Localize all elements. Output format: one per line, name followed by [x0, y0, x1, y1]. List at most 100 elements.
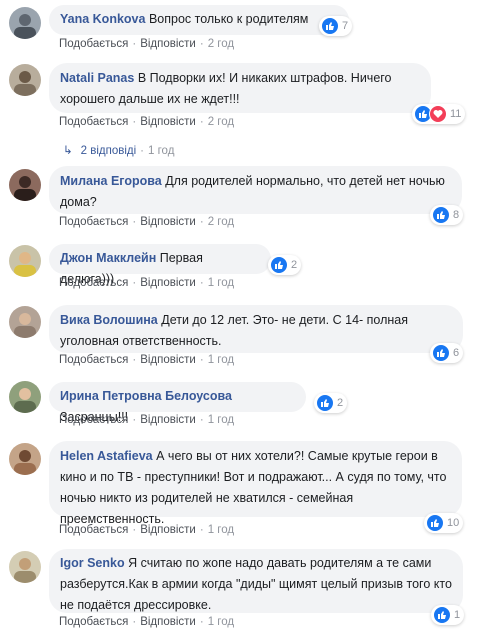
like-icon: [321, 17, 339, 35]
separator: ·: [132, 38, 137, 50]
avatar[interactable]: [9, 306, 41, 338]
separator: ·: [199, 277, 204, 289]
comment-bubble: Helen Astafieva А чего вы от них хотели?…: [49, 441, 462, 526]
replies-time: 1 год: [148, 145, 175, 157]
separator: ·: [132, 524, 137, 536]
comment-thread: Yana Konkova Вопрос только к родителям 7…: [0, 0, 495, 633]
comment-author[interactable]: Natali Panas: [60, 71, 134, 85]
separator: ·: [132, 116, 137, 128]
comment-actions: Подобається · Відповісти · 2 год: [59, 216, 234, 228]
separator: ·: [199, 216, 204, 228]
comment-bubble: Yana Konkova Вопрос только к родителям: [49, 5, 349, 35]
reaction-summary[interactable]: 7: [319, 16, 353, 36]
like-icon: [432, 344, 450, 362]
separator: ·: [199, 616, 204, 628]
comment-author[interactable]: Igor Senko: [60, 556, 125, 570]
like-icon: [426, 514, 444, 532]
replies-link[interactable]: 2 відповіді: [81, 145, 137, 157]
avatar[interactable]: [9, 169, 41, 201]
separator: ·: [199, 116, 204, 128]
separator: ·: [132, 354, 137, 366]
avatar[interactable]: [9, 64, 41, 96]
reaction-count: 10: [447, 517, 460, 529]
like-icon: [316, 394, 334, 412]
comment-actions: Подобається · Відповісти · 2 год: [59, 116, 234, 128]
reply-button[interactable]: Відповісти: [140, 116, 196, 128]
like-button[interactable]: Подобається: [59, 116, 128, 128]
comment-time[interactable]: 1 год: [208, 277, 234, 289]
like-icon: [270, 256, 288, 274]
comment-actions: Подобається · Відповісти · 1 год: [59, 524, 234, 536]
comment-actions: Подобається · Відповісти · 1 год: [59, 616, 234, 628]
comment-author[interactable]: Милана Егорова: [60, 174, 162, 188]
comment-bubble: Ирина Петровна Белоусова Засранцы!!!: [49, 382, 306, 424]
reaction-summary[interactable]: 11: [412, 104, 466, 124]
heart-icon: [429, 105, 447, 123]
reply-button[interactable]: Відповісти: [140, 277, 196, 289]
reaction-summary[interactable]: 1: [431, 605, 465, 625]
reply-button[interactable]: Відповісти: [140, 414, 196, 426]
comment-time[interactable]: 1 год: [208, 616, 234, 628]
reply-button[interactable]: Відповісти: [140, 524, 196, 536]
comment-time[interactable]: 1 год: [208, 524, 234, 536]
comment-author[interactable]: Yana Konkova: [60, 12, 145, 26]
like-button[interactable]: Подобається: [59, 616, 128, 628]
comment-actions: Подобається · Відповісти · 2 год: [59, 38, 234, 50]
comment-text: Вопрос только к родителям: [148, 12, 309, 26]
reaction-summary[interactable]: 10: [424, 513, 464, 533]
comment-bubble: Джон Макклейн Первая делюга))): [49, 244, 271, 286]
separator: ·: [132, 277, 137, 289]
avatar[interactable]: [9, 7, 41, 39]
avatar[interactable]: [9, 443, 41, 475]
separator: ·: [199, 38, 204, 50]
reaction-count: 7: [342, 20, 349, 32]
comment-author[interactable]: Ирина Петровна Белоусова: [60, 389, 232, 403]
like-icon: [432, 206, 450, 224]
reaction-count: 11: [450, 108, 462, 120]
comment-bubble: Natali Panas В Подворки их! И никаких шт…: [49, 63, 431, 113]
comment-time[interactable]: 2 год: [208, 216, 234, 228]
separator: ·: [132, 414, 137, 426]
reply-button[interactable]: Відповісти: [140, 38, 196, 50]
comment-time[interactable]: 2 год: [208, 38, 234, 50]
comment-author[interactable]: Helen Astafieva: [60, 449, 153, 463]
reply-button[interactable]: Відповісти: [140, 616, 196, 628]
like-button[interactable]: Подобається: [59, 524, 128, 536]
reply-button[interactable]: Відповісти: [140, 216, 196, 228]
reaction-summary[interactable]: 8: [430, 205, 464, 225]
separator: ·: [132, 216, 137, 228]
reply-arrow-icon: ↳: [63, 145, 73, 157]
comment-author[interactable]: Вика Волошина: [60, 313, 158, 327]
reply-button[interactable]: Відповісти: [140, 354, 196, 366]
comment-time[interactable]: 1 год: [208, 354, 234, 366]
comment-author[interactable]: Джон Макклейн: [60, 251, 156, 265]
reaction-summary[interactable]: 2: [268, 255, 302, 275]
reaction-count: 2: [337, 397, 344, 409]
separator: ·: [199, 414, 204, 426]
like-button[interactable]: Подобається: [59, 277, 128, 289]
like-button[interactable]: Подобається: [59, 38, 128, 50]
separator: ·: [132, 616, 137, 628]
comment-actions: Подобається · Відповісти · 1 год: [59, 414, 234, 426]
reaction-count: 8: [453, 209, 460, 221]
comment-time[interactable]: 2 год: [208, 116, 234, 128]
like-button[interactable]: Подобається: [59, 354, 128, 366]
comment-bubble: Милана Егорова Для родителей нормально, …: [49, 166, 462, 214]
reaction-count: 2: [291, 259, 298, 271]
reaction-count: 1: [454, 609, 461, 621]
like-icon: [433, 606, 451, 624]
comment-bubble: Вика Волошина Дети до 12 лет. Это- не де…: [49, 305, 463, 353]
comment-actions: Подобається · Відповісти · 1 год: [59, 277, 234, 289]
comment-time[interactable]: 1 год: [208, 414, 234, 426]
avatar[interactable]: [9, 551, 41, 583]
reaction-summary[interactable]: 6: [430, 343, 464, 363]
separator: ·: [199, 524, 204, 536]
reaction-count: 6: [453, 347, 460, 359]
view-replies[interactable]: ↳ 2 відповіді · 1 год: [63, 143, 174, 157]
like-button[interactable]: Подобається: [59, 414, 128, 426]
avatar[interactable]: [9, 381, 41, 413]
reaction-summary[interactable]: 2: [314, 393, 348, 413]
separator: ·: [140, 145, 145, 157]
avatar[interactable]: [9, 245, 41, 277]
like-button[interactable]: Подобається: [59, 216, 128, 228]
